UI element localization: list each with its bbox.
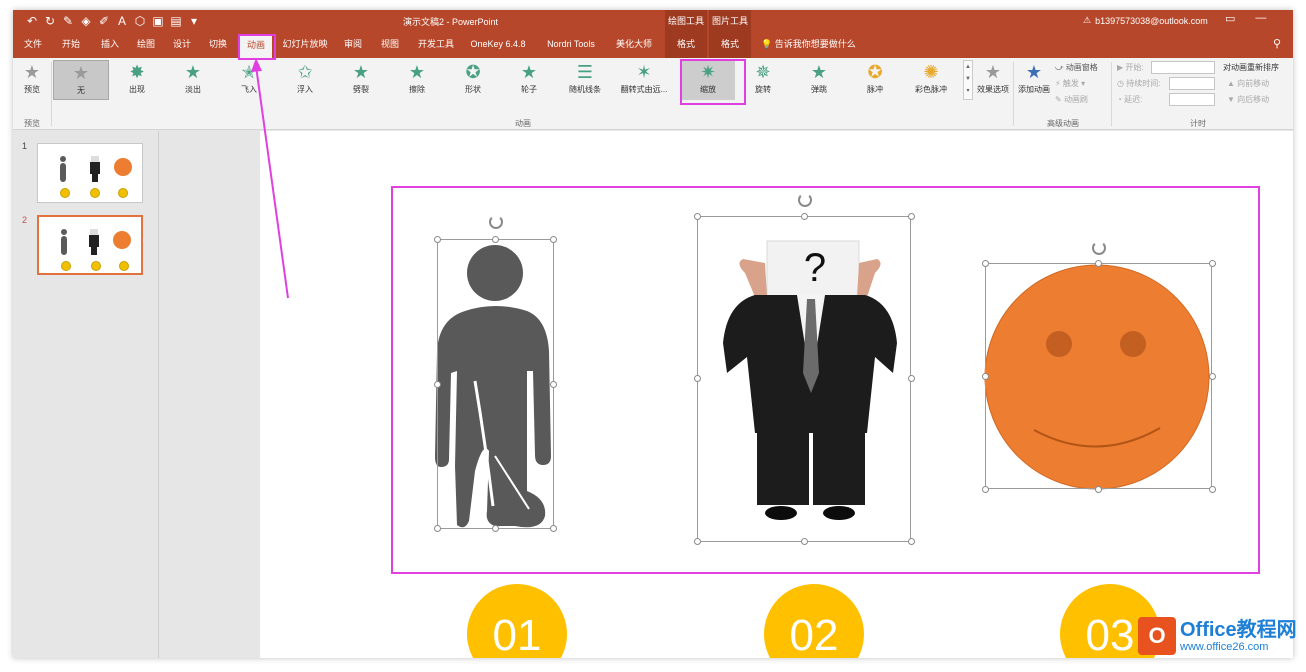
screenshot-frame: ↶ ↻ ✎ ◈ ✐ A ⬡ ▣ ▤ ▾ 演示文稿2 - PowerPoint 绘… bbox=[0, 0, 1306, 672]
office-logo-icon: O bbox=[1138, 617, 1176, 655]
watermark-brand: Office教程网 bbox=[1180, 619, 1297, 641]
watermark-url: www.office26.com bbox=[1180, 641, 1269, 653]
annotation-arrow bbox=[251, 58, 289, 299]
watermark: O Office教程网 www.office26.com bbox=[1138, 617, 1297, 655]
